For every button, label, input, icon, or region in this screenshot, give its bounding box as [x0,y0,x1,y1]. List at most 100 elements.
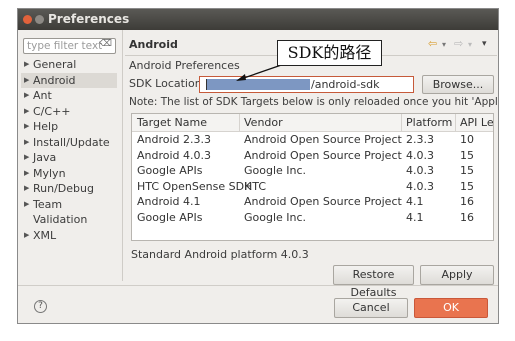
ok-button[interactable]: OK [414,298,488,318]
reload-note: Note: The list of SDK Targets below is o… [129,96,498,108]
nav-item-xml[interactable]: ▶ XML [21,228,117,244]
sdk-targets-table[interactable]: Target Name Vendor Platform API Le Andro… [131,113,494,241]
cell-target-name: Google APIs [137,210,203,224]
column-header-platform[interactable]: Platform [406,116,452,129]
cancel-button[interactable]: Cancel [334,298,408,318]
nav-item-label: Team [33,197,63,211]
sdk-location-value: /android-sdk [311,78,380,91]
table-row[interactable]: Google APIs Google Inc. 4.1 16 [132,210,493,225]
table-row[interactable]: Google APIs Google Inc. 4.0.3 15 [132,163,493,178]
nav-item-install-update[interactable]: ▶ Install/Update [21,135,117,151]
column-header-target-name[interactable]: Target Name [137,116,207,129]
nav-item-label: Android [33,73,76,87]
cell-vendor: Google Inc. [244,164,307,177]
table-row[interactable]: Android 4.0.3 Android Open Source Projec… [132,148,493,163]
minimize-window-button[interactable] [35,15,44,24]
cell-target-name: Android 4.1 [137,195,201,208]
preferences-window: Preferences type filter text ⌫ ▶ General … [17,8,499,324]
back-menu-icon[interactable]: ▾ [442,40,446,49]
nav-item-java[interactable]: ▶ Java [21,150,117,166]
expand-arrow-icon[interactable]: ▶ [24,150,29,166]
nav-item-label: XML [33,228,57,242]
sdk-path-callout: SDK的路径 [277,40,382,66]
expand-arrow-icon[interactable]: ▶ [24,88,29,104]
expand-arrow-icon[interactable]: ▶ [24,181,29,197]
expand-arrow-icon[interactable]: ▶ [24,73,29,89]
filter-input[interactable]: type filter text ⌫ [23,38,116,54]
cell-vendor: Android Open Source Project [244,148,402,162]
window-title: Preferences [48,12,130,26]
nav-item-label: Mylyn [33,166,66,180]
table-row[interactable]: Android 4.1 Android Open Source Project … [132,194,493,209]
nav-item-team[interactable]: ▶ Team [21,197,117,213]
nav-item-run-debug[interactable]: ▶ Run/Debug [21,181,117,197]
cell-platform: 4.0.3 [406,148,434,162]
restore-defaults-label: Restore Defaults [350,268,397,299]
cell-platform: 4.1 [406,195,424,208]
nav-item-label: Help [33,120,59,133]
nav-item-android[interactable]: ▶ Android [21,72,117,89]
platform-description: Standard Android platform 4.0.3 [131,248,309,261]
nav-item-label: Ant [33,89,52,102]
pane-splitter[interactable] [122,30,123,281]
title-bar: Preferences [18,9,498,30]
cell-platform: 2.3.3 [406,133,434,146]
table-row[interactable]: HTC OpenSense SDK HTC 4.0.3 15 [132,179,493,194]
expand-arrow-icon[interactable]: ▶ [24,197,29,213]
column-divider[interactable] [455,114,456,131]
sdk-location-field[interactable]: /android-sdk [199,76,414,93]
back-icon[interactable]: ⇦ [428,37,437,50]
expand-arrow-icon[interactable]: ▶ [24,57,29,73]
nav-item-cpp[interactable]: ▶ C/C++ [21,104,117,120]
nav-item-help[interactable]: ▶ Help [21,119,117,135]
forward-menu-icon[interactable]: ▾ [468,40,472,49]
expand-arrow-icon[interactable]: ▶ [24,228,29,244]
nav-item-ant[interactable]: ▶ Ant [21,88,117,104]
cell-vendor: Google Inc. [244,210,307,224]
nav-item-label: Validation [33,213,88,226]
browse-button[interactable]: Browse... [422,75,494,94]
nav-item-validation[interactable]: Validation [21,212,117,228]
cell-target-name: HTC OpenSense SDK [137,179,252,193]
nav-item-mylyn[interactable]: ▶ Mylyn [21,166,117,182]
cell-api-level: 15 [460,164,474,177]
ok-label: OK [443,301,459,314]
restore-defaults-button[interactable]: Restore Defaults [333,265,414,299]
filter-placeholder: type filter text [27,40,103,52]
cell-api-level: 15 [460,179,474,193]
nav-item-label: C/C++ [33,104,71,118]
cell-target-name: Android 4.0.3 [137,148,212,162]
cancel-label: Cancel [352,301,390,314]
cell-vendor: Android Open Source Project [244,195,402,208]
table-row[interactable]: Android 2.3.3 Android Open Source Projec… [132,132,493,147]
close-window-button[interactable] [23,15,32,24]
clear-filter-icon[interactable]: ⌫ [99,39,112,49]
forward-icon[interactable]: ⇨ [454,37,463,50]
nav-item-label: Run/Debug [33,182,94,195]
cell-vendor: HTC [244,179,267,193]
cell-platform: 4.0.3 [406,179,434,193]
nav-item-general[interactable]: ▶ General [21,57,117,73]
view-menu-icon[interactable]: ▾ [482,39,487,49]
cell-api-level: 16 [460,210,474,224]
table-header: Target Name Vendor Platform API Le [132,114,493,132]
page-title: Android [129,38,178,51]
cell-platform: 4.0.3 [406,164,434,177]
expand-arrow-icon[interactable]: ▶ [24,104,29,120]
apply-label: Apply [441,268,473,281]
column-divider[interactable] [239,114,240,131]
redacted-path-block [206,79,310,90]
cell-platform: 4.1 [406,210,424,224]
expand-arrow-icon[interactable]: ▶ [24,135,29,151]
expand-arrow-icon[interactable]: ▶ [24,119,29,135]
expand-arrow-icon[interactable]: ▶ [24,166,29,182]
footer-divider [18,285,498,286]
apply-button[interactable]: Apply [420,265,494,285]
column-divider[interactable] [401,114,402,131]
nav-item-label: Java [33,151,57,164]
column-header-api-level[interactable]: API Le [460,116,493,129]
cell-vendor: Android Open Source Project [244,133,402,146]
help-icon[interactable]: ? [34,300,47,313]
column-header-vendor[interactable]: Vendor [244,116,283,129]
cell-target-name: Google APIs [137,164,203,177]
